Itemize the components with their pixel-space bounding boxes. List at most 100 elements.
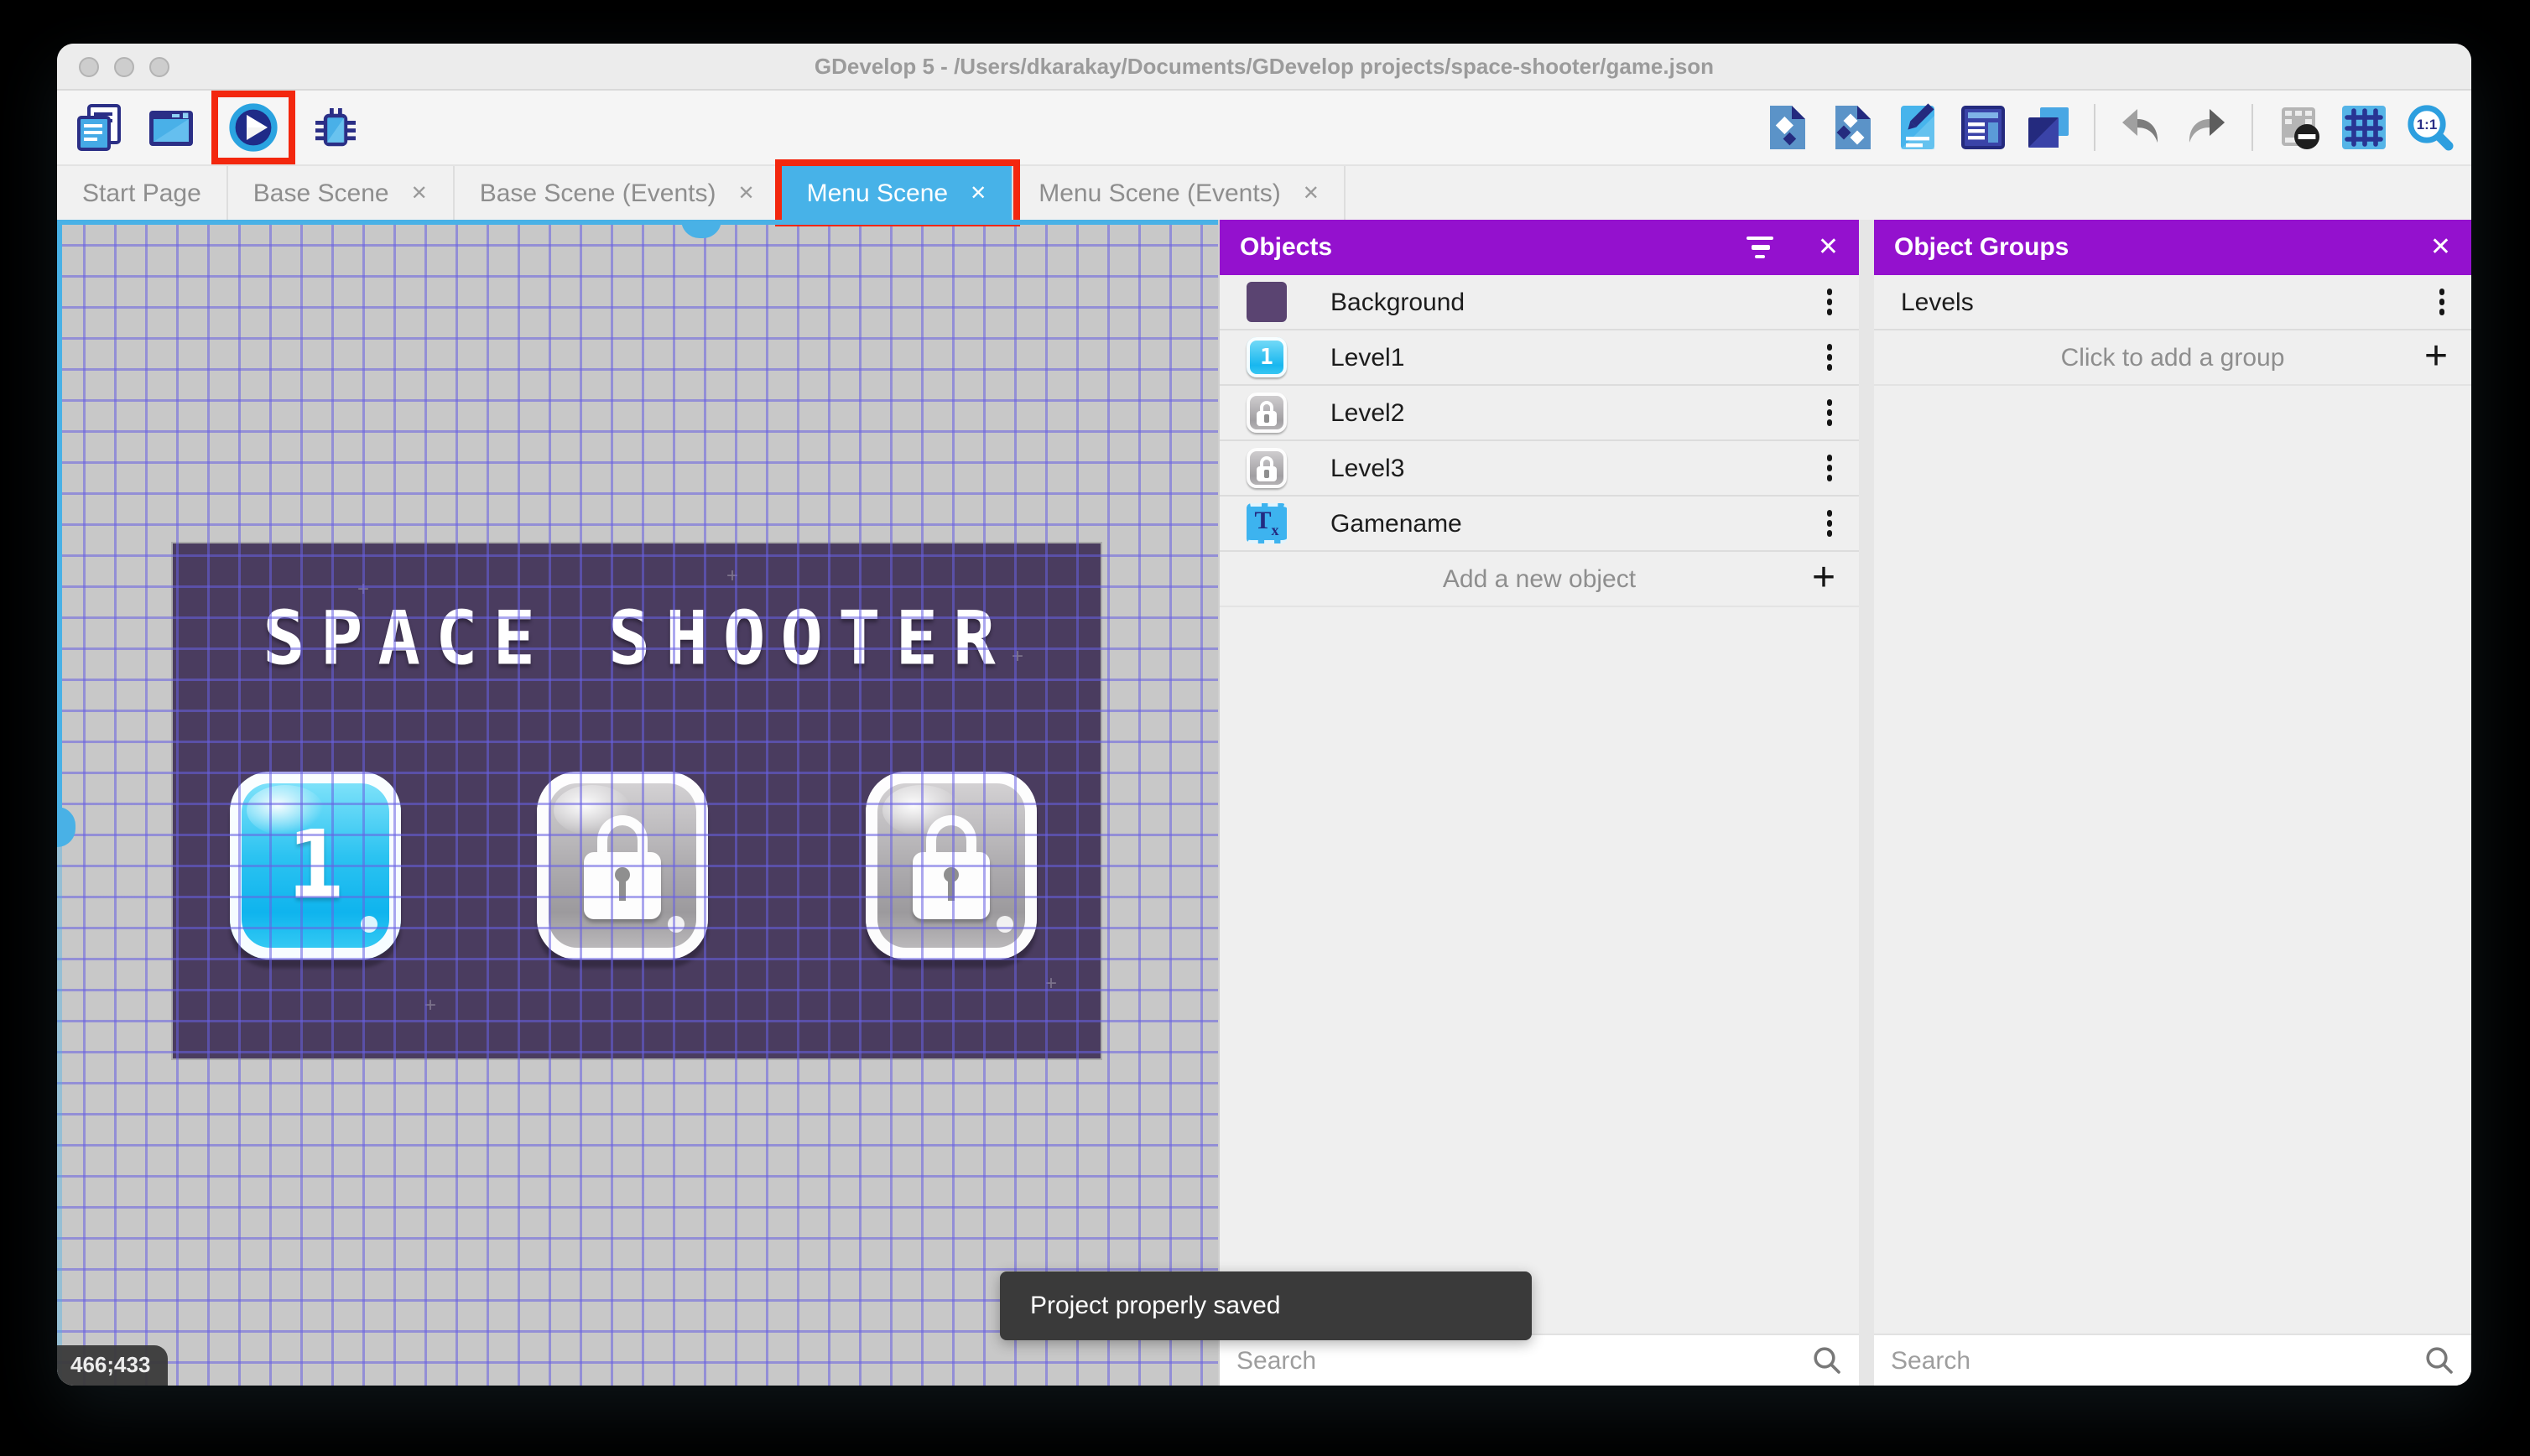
level3-button-instance[interactable]: [866, 772, 1037, 959]
cursor-coordinates-badge: 466;433: [57, 1345, 168, 1386]
debug-icon[interactable]: [310, 102, 361, 153]
project-manager-icon[interactable]: [74, 102, 124, 153]
tab-base-scene[interactable]: Base Scene ✕: [228, 166, 455, 220]
tab-menu-scene[interactable]: Menu Scene ✕: [781, 166, 1014, 220]
content-row: SPACE SHOOTER + + + + + + + + 1: [57, 220, 2471, 1386]
groups-searchbar: [1874, 1334, 2471, 1386]
window-mask-icon[interactable]: [2273, 102, 2324, 153]
background-thumbnail: [1247, 282, 1287, 322]
filter-icon[interactable]: [1747, 236, 1774, 259]
tab-menu-scene-events[interactable]: Menu Scene (Events) ✕: [1013, 166, 1346, 220]
toolbar-left-group: [74, 91, 361, 164]
objects-panel-title: Objects: [1240, 233, 1333, 262]
objects-panel: Objects ✕ Background 1 Level1 Level2 Lev…: [1218, 220, 1859, 1386]
object-row-level3[interactable]: Level3: [1220, 441, 1859, 497]
close-window-button[interactable]: [79, 56, 99, 76]
panel-divider[interactable]: [1859, 220, 1874, 1386]
tab-close-icon[interactable]: ✕: [970, 181, 986, 205]
instances-list-icon[interactable]: [1958, 102, 2008, 153]
properties-icon[interactable]: [1892, 102, 1943, 153]
object-row-level2[interactable]: Level2: [1220, 386, 1859, 441]
kebab-menu-icon[interactable]: [1816, 289, 1842, 315]
tab-close-icon[interactable]: ✕: [411, 181, 428, 205]
undo-icon[interactable]: [2116, 102, 2166, 153]
toolbar-separator: [2094, 104, 2095, 151]
tab-base-scene-events[interactable]: Base Scene (Events) ✕: [455, 166, 782, 220]
object-groups-panel: Object Groups ✕ Levels Click to add a gr…: [1874, 220, 2471, 1386]
tab-start-page[interactable]: Start Page: [57, 166, 228, 220]
level2-thumbnail: [1247, 393, 1287, 433]
level1-number: 1: [287, 811, 344, 920]
titlebar: GDevelop 5 - /Users/dkarakay/Documents/G…: [57, 44, 2471, 91]
kebab-menu-icon[interactable]: [1816, 344, 1842, 371]
scene-editor-canvas[interactable]: SPACE SHOOTER + + + + + + + + 1: [57, 220, 1218, 1386]
tab-label: Menu Scene: [806, 179, 949, 207]
star-speck: +: [424, 993, 437, 1017]
groups-search-input[interactable]: [1891, 1346, 2424, 1375]
zoom-one-to-one-icon[interactable]: 1:1: [2404, 102, 2455, 153]
tab-label: Base Scene (Events): [479, 179, 716, 207]
object-groups-editor-icon[interactable]: [1827, 102, 1877, 153]
traffic-lights: [79, 44, 169, 89]
vertical-scrollbar-track: [57, 220, 62, 810]
object-groups-panel-title: Object Groups: [1894, 233, 2069, 262]
kebab-menu-icon[interactable]: [1816, 399, 1842, 426]
tab-close-icon[interactable]: ✕: [738, 181, 755, 205]
layers-icon[interactable]: [2023, 102, 2074, 153]
level1-thumbnail: 1: [1247, 337, 1287, 377]
tab-label: Start Page: [82, 179, 201, 207]
kebab-menu-icon[interactable]: [2428, 289, 2455, 315]
objects-panel-header: Objects ✕: [1220, 220, 1859, 275]
add-object-row[interactable]: Add a new object +: [1220, 552, 1859, 607]
kebab-menu-icon[interactable]: [1816, 510, 1842, 537]
play-button-annotation: [218, 97, 289, 158]
lock-icon: [584, 815, 661, 919]
object-row-background[interactable]: Background: [1220, 275, 1859, 330]
object-row-level1[interactable]: 1 Level1: [1220, 330, 1859, 386]
object-groups-panel-header: Object Groups ✕: [1874, 220, 2471, 275]
minimize-window-button[interactable]: [114, 56, 134, 76]
window-title: GDevelop 5 - /Users/dkarakay/Documents/G…: [814, 54, 1715, 79]
gdevelop-window: GDevelop 5 - /Users/dkarakay/Documents/G…: [57, 44, 2471, 1386]
horizontal-scrollbar-thumb[interactable]: [681, 220, 721, 238]
level3-thumbnail: [1247, 448, 1287, 488]
tab-close-icon[interactable]: ✕: [1303, 181, 1320, 205]
window-icon[interactable]: [146, 102, 196, 153]
toolbar-right-group: 1:1: [1762, 91, 2455, 164]
main-toolbar: 1:1: [57, 91, 2471, 164]
save-toast: Project properly saved: [1000, 1271, 1532, 1340]
redo-icon[interactable]: [2181, 102, 2231, 153]
toolbar-separator: [2251, 104, 2253, 151]
screenshot-stage: GDevelop 5 - /Users/dkarakay/Documents/G…: [0, 0, 2530, 1456]
star-speck: +: [357, 577, 370, 601]
star-speck: +: [726, 564, 739, 587]
search-icon[interactable]: [2424, 1345, 2455, 1375]
zoom-window-button[interactable]: [149, 56, 169, 76]
vertical-scrollbar-thumb[interactable]: [57, 807, 75, 847]
objects-editor-icon[interactable]: [1762, 102, 1812, 153]
lock-icon: [913, 815, 990, 919]
star-speck: +: [1012, 644, 1024, 668]
grid-icon[interactable]: [2339, 102, 2389, 153]
svg-text:1:1: 1:1: [2417, 117, 2438, 133]
menu-scene-background-instance[interactable]: SPACE SHOOTER + + + + + + + + 1: [173, 543, 1101, 1058]
groups-list: Levels Click to add a group +: [1874, 275, 2471, 1334]
play-icon[interactable]: [228, 102, 279, 153]
close-icon[interactable]: ✕: [2430, 235, 2451, 260]
level1-button-instance[interactable]: 1: [230, 772, 401, 959]
objects-searchbar: [1220, 1334, 1859, 1386]
search-icon[interactable]: [1812, 1345, 1842, 1375]
scene-title-text-instance[interactable]: SPACE SHOOTER: [173, 595, 1101, 682]
objects-search-input[interactable]: [1236, 1346, 1812, 1375]
editor-tabbar: Start Page Base Scene ✕ Base Scene (Even…: [57, 164, 2471, 220]
tab-label: Base Scene: [252, 179, 389, 207]
close-icon[interactable]: ✕: [1818, 235, 1839, 260]
object-row-gamename[interactable]: Tx Gamename: [1220, 497, 1859, 552]
horizontal-scrollbar[interactable]: [57, 220, 1218, 225]
tab-label: Menu Scene (Events): [1039, 179, 1281, 207]
group-row-levels[interactable]: Levels: [1874, 275, 2471, 330]
gamename-thumbnail: Tx: [1247, 503, 1287, 543]
add-group-row[interactable]: Click to add a group +: [1874, 330, 2471, 386]
level2-button-instance[interactable]: [537, 772, 708, 959]
kebab-menu-icon[interactable]: [1816, 455, 1842, 481]
